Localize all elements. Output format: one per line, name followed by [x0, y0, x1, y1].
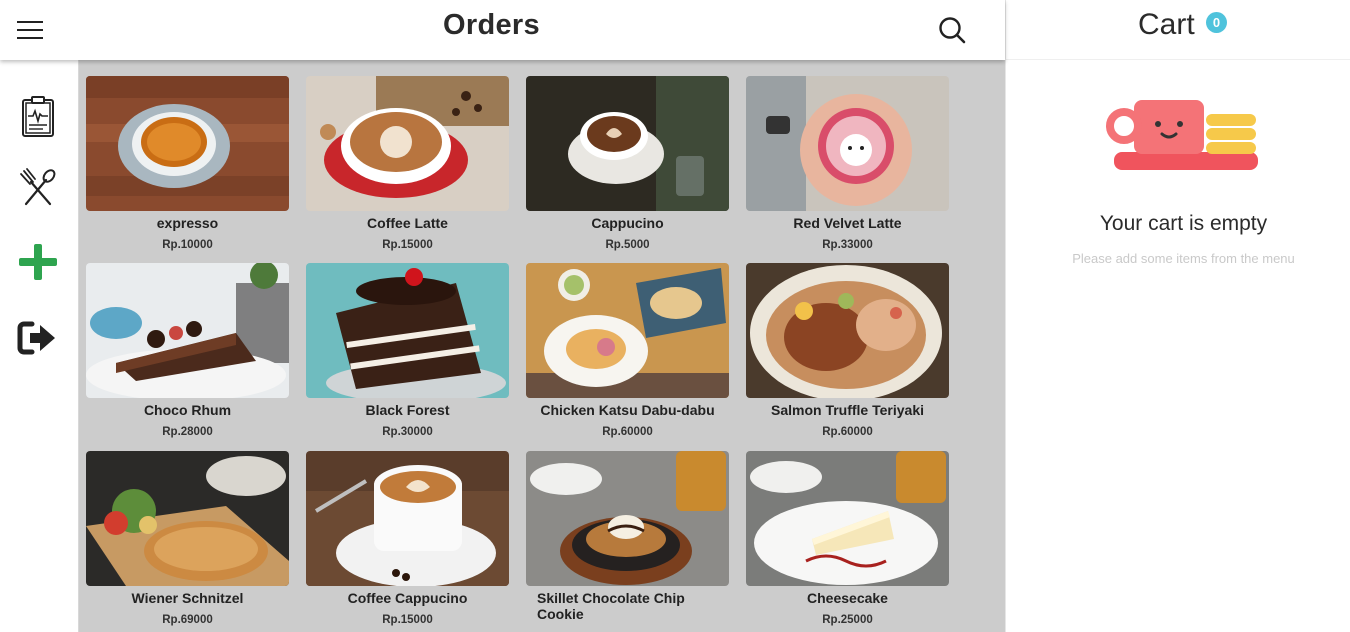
- product-photo: [86, 451, 289, 586]
- product-price: Rp.28000: [162, 426, 213, 438]
- menu-item-card[interactable]: Chicken Katsu Dabu-dabu Rp.60000: [526, 263, 729, 443]
- empty-cart-cup-icon: [1106, 96, 1261, 181]
- product-photo: [306, 76, 509, 211]
- cart-count-badge: 0: [1206, 12, 1227, 33]
- search-icon[interactable]: [936, 14, 968, 46]
- product-photo: [86, 263, 289, 398]
- cart-title: Cart: [1138, 8, 1195, 41]
- product-price: Rp.10000: [162, 239, 213, 251]
- menu-grid: expresso Rp.10000 Coffee Latte Rp.15000 …: [79, 60, 1005, 632]
- sidebar: [0, 60, 79, 632]
- product-name: Red Velvet Latte: [793, 215, 902, 231]
- orders-header: Orders: [0, 0, 1005, 60]
- menu-item-card[interactable]: Cappucino Rp.5000: [526, 76, 729, 256]
- product-price: Rp.69000: [162, 614, 213, 626]
- product-photo: [526, 76, 729, 211]
- product-price: Rp.60000: [602, 426, 653, 438]
- product-photo: [86, 76, 289, 211]
- menu-item-card[interactable]: expresso Rp.10000: [86, 76, 289, 256]
- product-photo: [306, 263, 509, 398]
- product-photo: [526, 263, 729, 398]
- product-photo: [526, 451, 729, 586]
- sign-out-icon[interactable]: [16, 316, 60, 360]
- product-name: Choco Rhum: [143, 402, 232, 418]
- page-title: Orders: [443, 9, 540, 41]
- cart-panel: Your cart is empty Please add some items…: [1005, 60, 1350, 632]
- product-photo: [306, 451, 509, 586]
- empty-cart-subtitle: Please add some items from the menu: [1072, 251, 1295, 266]
- menu-item-card[interactable]: Salmon Truffle Teriyaki Rp.60000: [746, 263, 949, 443]
- product-name: Salmon Truffle Teriyaki: [770, 402, 924, 418]
- product-price: Rp.33000: [822, 239, 873, 251]
- menu-item-card[interactable]: Coffee Cappucino Rp.15000: [306, 451, 509, 631]
- product-price: Rp.60000: [822, 426, 873, 438]
- product-name: Wiener Schnitzel: [131, 590, 244, 606]
- product-name: Chicken Katsu Dabu-dabu: [540, 402, 715, 418]
- menu-item-card[interactable]: Coffee Latte Rp.15000: [306, 76, 509, 256]
- clipboard-chart-icon[interactable]: [16, 96, 60, 140]
- product-price: Rp.25000: [822, 614, 873, 626]
- product-name: expresso: [156, 215, 219, 231]
- fork-spoon-icon[interactable]: [16, 166, 60, 210]
- menu-item-card[interactable]: Wiener Schnitzel Rp.69000: [86, 451, 289, 631]
- cart-header: Cart 0: [1005, 0, 1350, 60]
- menu-item-card[interactable]: Red Velvet Latte Rp.33000: [746, 76, 949, 256]
- product-price: Rp.30000: [382, 426, 433, 438]
- product-photo: [746, 451, 949, 586]
- product-name: Cappucino: [591, 215, 664, 231]
- menu-item-card[interactable]: Black Forest Rp.30000: [306, 263, 509, 443]
- empty-cart-title: Your cart is empty: [1099, 212, 1268, 235]
- product-name: Black Forest: [365, 402, 450, 418]
- product-name: Coffee Latte: [367, 215, 448, 231]
- product-photo: [746, 76, 949, 211]
- add-plus-icon[interactable]: [16, 240, 60, 284]
- product-price: Rp.15000: [382, 239, 433, 251]
- app: Orders Cart 0 expresso Rp.10000 Coffee L…: [0, 0, 1350, 632]
- product-price: Rp.15000: [382, 614, 433, 626]
- product-photo: [746, 263, 949, 398]
- menu-item-card[interactable]: Choco Rhum Rp.28000: [86, 263, 289, 443]
- product-name: Cheesecake: [807, 590, 888, 606]
- menu-item-card[interactable]: Cheesecake Rp.25000: [746, 451, 949, 631]
- menu-item-card[interactable]: Skillet Chocolate Chip Cookie: [526, 451, 729, 631]
- product-name: Coffee Cappucino: [347, 590, 468, 606]
- product-name: Skillet Chocolate Chip Cookie: [537, 590, 685, 622]
- product-price: Rp.5000: [605, 239, 650, 251]
